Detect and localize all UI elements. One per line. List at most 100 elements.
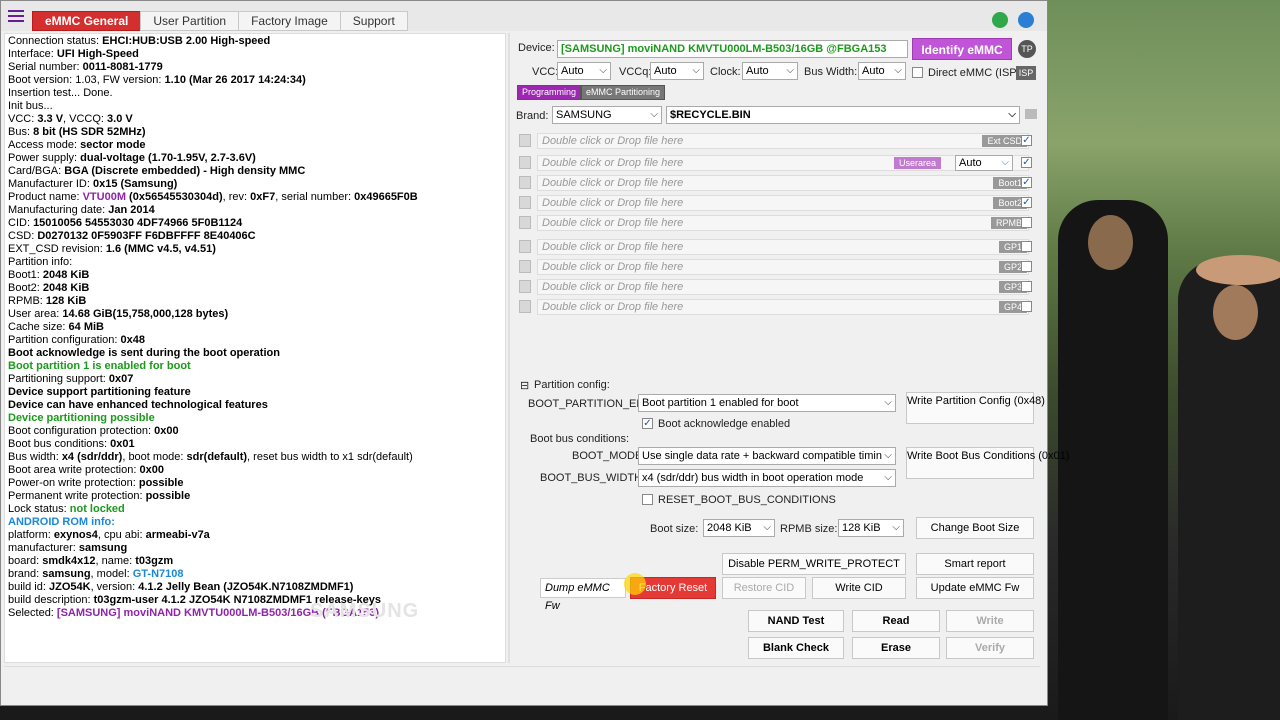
boot-partition-select[interactable]: Boot partition 1 enabled for boot ⌵ — [638, 394, 896, 412]
write-button[interactable]: Write — [946, 610, 1034, 632]
file-icon[interactable] — [519, 260, 531, 273]
file-icon[interactable] — [519, 156, 531, 169]
userarea-mode-value: Auto — [959, 157, 982, 169]
log-text: Device support partitioning feature — [8, 386, 191, 398]
boot-mode-select[interactable]: Use single data rate + backward compatib… — [638, 447, 896, 465]
tab-support[interactable]: Support — [339, 11, 408, 31]
file-drop-field[interactable]: Double click or Drop file here — [537, 299, 1029, 315]
dump-emmc-fw-button[interactable]: Dump eMMC Fw — [540, 578, 626, 612]
log-text: 3.0 V — [107, 113, 133, 125]
vcc-select[interactable]: Auto ⌵ — [557, 62, 611, 80]
smart-report-button[interactable]: Smart report — [916, 553, 1034, 575]
blank-check-button[interactable]: Blank Check — [748, 637, 844, 659]
restore-cid-button[interactable]: Restore CID — [722, 577, 806, 599]
verify-button[interactable]: Verify — [946, 637, 1034, 659]
log-line: Power supply: dual-voltage (1.70-1.95V, … — [8, 152, 502, 165]
brand-select[interactable]: SAMSUNG ⌵ — [552, 106, 662, 124]
boot-partition-label: BOOT_PARTITION_EN — [528, 398, 645, 410]
partition-checkbox[interactable] — [1021, 241, 1032, 252]
file-icon[interactable] — [519, 216, 531, 229]
gear-icon[interactable] — [1018, 12, 1034, 28]
boot-bus-width-select[interactable]: x4 (sdr/ddr) bus width in boot operation… — [638, 469, 896, 487]
partition-checkbox[interactable] — [1021, 217, 1032, 228]
device-field[interactable]: [SAMSUNG] moviNAND KMVTU000LM-B503/16GB … — [557, 40, 908, 58]
file-row: Double click or Drop file here Ext CSD ✓ — [519, 133, 1037, 149]
splitter[interactable] — [508, 33, 510, 663]
log-text: Boot1: — [8, 269, 43, 281]
collapse-icon[interactable]: ⊟ — [520, 379, 529, 392]
log-text: Power-on write protection: — [8, 477, 139, 489]
log-text: not locked — [69, 503, 125, 515]
direct-isp-checkbox[interactable] — [912, 67, 923, 78]
rpmb-size-select[interactable]: 128 KiB ⌵ — [838, 519, 904, 537]
partition-checkbox[interactable] — [1021, 261, 1032, 272]
log-text: Partition info: — [8, 256, 73, 268]
clock-label: Clock: — [710, 66, 741, 78]
reset-boot-bus-checkbox[interactable] — [642, 494, 653, 505]
folder-icon[interactable] — [1025, 109, 1037, 119]
file-icon[interactable] — [519, 196, 531, 209]
file-icon[interactable] — [519, 134, 531, 147]
write-cid-button[interactable]: Write CID — [812, 577, 906, 599]
vccq-label: VCCq: — [619, 66, 652, 78]
tab-factory-image[interactable]: Factory Image — [238, 11, 341, 31]
nand-test-button[interactable]: NAND Test — [748, 610, 844, 632]
log-line: Boot2: 2048 KiB — [8, 282, 502, 295]
person-face — [1213, 285, 1258, 340]
tab-emmc-partitioning[interactable]: eMMC Partitioning — [581, 85, 666, 100]
log-text: 0x00 — [154, 425, 179, 437]
log-line: Power-on write protection: possible — [8, 477, 502, 490]
userarea-mode-select[interactable]: Auto ⌵ — [955, 155, 1013, 171]
tab-user-partition[interactable]: User Partition — [140, 11, 240, 31]
partition-checkbox[interactable]: ✓ — [1021, 197, 1032, 208]
read-button[interactable]: Read — [852, 610, 940, 632]
isp-badge[interactable]: ISP — [1016, 66, 1036, 80]
file-icon[interactable] — [519, 240, 531, 253]
partition-checkbox[interactable] — [1021, 281, 1032, 292]
write-partition-config-button[interactable]: Write Partition Config (0x48) — [906, 392, 1045, 424]
log-text: 0x49665F0B — [354, 191, 418, 203]
log-line: RPMB: 128 KiB — [8, 295, 502, 308]
log-text: 1.10 (Mar 26 2017 14:24:34) — [164, 74, 306, 86]
file-icon[interactable] — [519, 280, 531, 293]
hamburger-menu-icon[interactable] — [8, 10, 24, 24]
partition-checkbox[interactable]: ✓ — [1021, 177, 1032, 188]
clock-select[interactable]: Auto ⌵ — [742, 62, 798, 80]
boot-ack-checkbox[interactable]: ✓ — [642, 418, 653, 429]
tp-button[interactable]: TP — [1018, 40, 1036, 58]
log-text: 4.1.2 Jelly Bean (JZO54K.N7108ZMDMF1) — [138, 581, 354, 593]
tab-programming[interactable]: Programming — [517, 85, 582, 100]
update-emmc-fw-button[interactable]: Update eMMC Fw — [916, 577, 1034, 599]
file-drop-field[interactable]: Double click or Drop file here — [537, 175, 1029, 191]
log-text: , cpu abi: — [97, 529, 146, 541]
log-text: UFI High-Speed — [56, 48, 139, 60]
erase-button[interactable]: Erase — [852, 637, 940, 659]
boot-size-select[interactable]: 2048 KiB ⌵ — [703, 519, 775, 537]
partition-checkbox[interactable] — [1021, 301, 1032, 312]
log-text: Serial number: — [8, 61, 83, 73]
boot-size-label: Boot size: — [650, 523, 699, 535]
change-boot-size-button[interactable]: Change Boot Size — [916, 517, 1034, 539]
partition-checkbox[interactable]: ✓ — [1021, 157, 1032, 168]
tab-emmc-general[interactable]: eMMC General — [32, 11, 142, 31]
disable-perm-write-protect-button[interactable]: Disable PERM_WRITE_PROTECT — [722, 553, 906, 575]
log-text: 0x15 (Samsung) — [92, 178, 178, 190]
cursor-highlight — [624, 573, 646, 595]
log-text: possible — [145, 490, 191, 502]
partition-checkbox[interactable]: ✓ — [1021, 135, 1032, 146]
write-boot-bus-conditions-button[interactable]: Write Boot Bus Conditions (0x01) — [906, 447, 1069, 479]
vccq-select[interactable]: Auto ⌵ — [650, 62, 704, 80]
refresh-icon[interactable] — [992, 12, 1008, 28]
file-icon[interactable] — [519, 176, 531, 189]
bus-width-select[interactable]: Auto ⌵ — [858, 62, 906, 80]
log-text: Manufacturer ID: — [8, 178, 93, 190]
file-icon[interactable] — [519, 300, 531, 313]
file-drop-field[interactable]: Double click or Drop file here — [537, 239, 1029, 255]
identify-emmc-button[interactable]: Identify eMMC — [912, 38, 1012, 60]
file-drop-field[interactable]: Double click or Drop file here — [537, 195, 1029, 211]
file-select[interactable]: $RECYCLE.BIN ⌵ — [666, 106, 1020, 124]
file-drop-field[interactable]: Double click or Drop file here — [537, 133, 1029, 149]
file-drop-field[interactable]: Double click or Drop file here — [537, 279, 1029, 295]
file-drop-field[interactable]: Double click or Drop file here — [537, 259, 1029, 275]
file-drop-field[interactable]: Double click or Drop file here — [537, 215, 1029, 231]
